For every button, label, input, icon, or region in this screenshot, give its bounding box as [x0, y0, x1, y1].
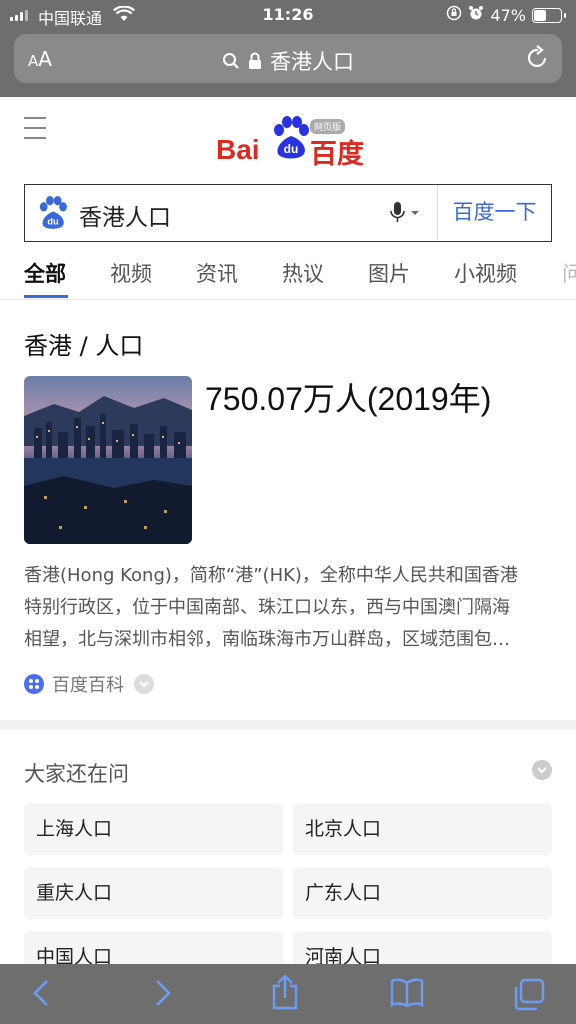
svg-text:du: du — [284, 142, 299, 156]
chevron-down-icon[interactable] — [134, 674, 154, 694]
search-input[interactable]: 香港人口 — [79, 198, 171, 232]
reload-icon[interactable] — [526, 45, 550, 75]
browser-toolbar — [0, 964, 576, 1024]
bookmarks-icon[interactable] — [390, 978, 424, 1012]
microphone-icon[interactable] — [389, 201, 423, 229]
active-tab-indicator — [24, 295, 68, 298]
share-icon[interactable] — [270, 974, 300, 1014]
result-title[interactable]: 香港 / 人口 — [24, 326, 143, 361]
svg-text:du: du — [47, 217, 59, 227]
battery-icon — [532, 7, 566, 23]
address-bar[interactable]: AA 香港人口 — [14, 34, 562, 83]
baike-icon — [24, 674, 44, 694]
address-text-wrap[interactable]: 香港人口 — [14, 46, 562, 76]
chevron-down-icon[interactable] — [532, 760, 552, 780]
lock-icon — [248, 51, 262, 75]
result-source[interactable]: 百度百科 — [24, 671, 154, 697]
rotation-lock-icon — [446, 5, 462, 25]
menu-icon[interactable] — [24, 117, 46, 147]
baidu-logo[interactable]: Bai du 百度 网页版 — [216, 116, 366, 170]
search-icon — [222, 51, 240, 75]
battery-percent: 47% — [490, 5, 526, 25]
tab-discussion[interactable]: 热议 — [282, 258, 324, 288]
related-item[interactable]: 北京人口 — [293, 803, 552, 855]
hong-kong-skyline-image[interactable] — [24, 376, 192, 544]
search-box[interactable]: du 香港人口 百度一下 — [24, 184, 552, 242]
status-bar: 中国联通 11:26 47% — [0, 0, 576, 30]
status-right: 47% — [446, 5, 566, 25]
population-answer: 750.07万人(2019年) — [205, 381, 492, 417]
forward-icon[interactable] — [150, 978, 174, 1012]
related-item[interactable]: 广东人口 — [293, 867, 552, 919]
tabs-icon[interactable] — [512, 978, 546, 1016]
alarm-icon — [468, 5, 484, 25]
tab-short-video[interactable]: 小视频 — [454, 258, 517, 288]
tab-news[interactable]: 资讯 — [196, 258, 238, 288]
section-divider — [0, 720, 576, 730]
tab-video[interactable]: 视频 — [110, 258, 152, 288]
source-label: 百度百科 — [52, 675, 124, 696]
tab-all[interactable]: 全部 — [24, 258, 66, 288]
search-button[interactable]: 百度一下 — [437, 185, 551, 240]
browser-chrome: 中国联通 11:26 47% AA 香港人口 — [0, 0, 576, 97]
related-title: 大家还在问 — [24, 762, 129, 786]
result-description[interactable]: 香港(Hong Kong)，简称“港”(HK)，全称中华人民共和国香港 特别行政… — [24, 560, 554, 660]
result-tabs: 全部 视频 资讯 热议 图片 小视频 问 — [0, 248, 576, 300]
related-item[interactable]: 上海人口 — [24, 803, 283, 855]
address-text: 香港人口 — [270, 50, 354, 74]
tab-questions[interactable]: 问 — [562, 258, 576, 288]
paw-logo-icon: du — [274, 116, 309, 159]
back-icon[interactable] — [30, 978, 54, 1012]
related-item[interactable]: 重庆人口 — [24, 867, 283, 919]
tab-images[interactable]: 图片 — [368, 258, 410, 288]
baidu-paw-icon: du — [39, 196, 67, 229]
